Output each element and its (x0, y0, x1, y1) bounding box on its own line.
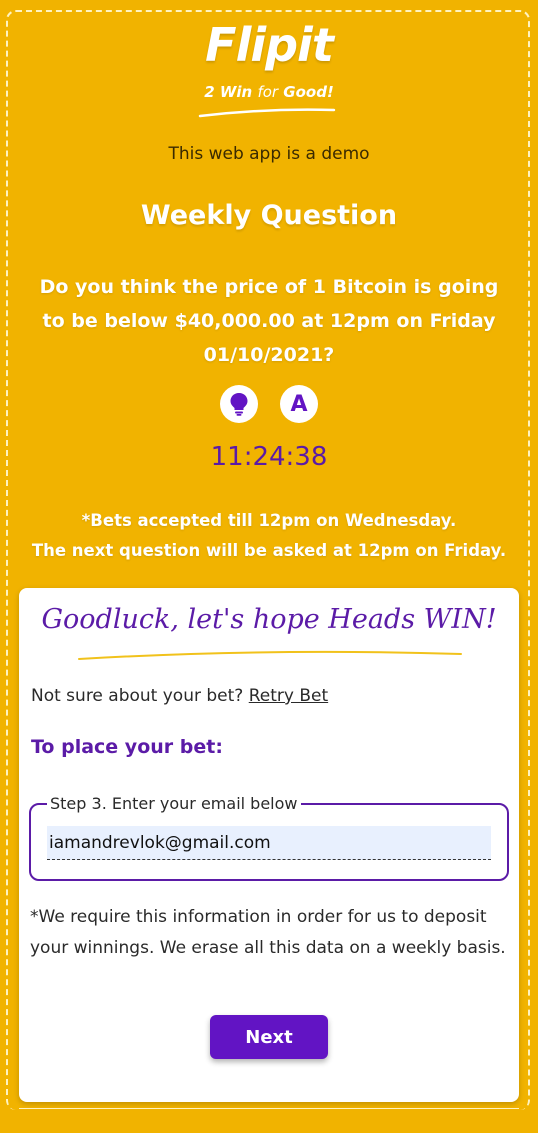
next-question-note: The next question will be asked at 12pm … (31, 541, 507, 560)
logo-tagline-part2: Good! (278, 83, 334, 101)
weekly-question-title: Weekly Question (140, 200, 398, 231)
hint-button[interactable] (220, 385, 258, 423)
retry-line: Not sure about your bet? Retry Bet (31, 686, 328, 706)
data-disclaimer: *We require this information in order fo… (30, 907, 506, 958)
logo-swoosh (198, 108, 336, 118)
card-heading: Goodluck, let's hope Heads WIN! (41, 604, 497, 635)
heading-underline (78, 650, 462, 660)
answer-a-icon: A (290, 391, 308, 417)
bet-card: Goodluck, let's hope Heads WIN! Not sure… (19, 588, 519, 1102)
bets-info: *Bets accepted till 12pm on Wednesday. T… (0, 506, 538, 566)
email-field[interactable] (47, 826, 491, 860)
demo-notice: This web app is a demo (168, 144, 370, 164)
logo-title: Flipit (205, 18, 334, 72)
email-fieldset: Step 3. Enter your email below (29, 794, 509, 881)
next-button[interactable]: Next (210, 1015, 328, 1059)
retry-prefix: Not sure about your bet? (31, 686, 249, 706)
weekly-question-text: Do you think the price of 1 Bitcoin is g… (39, 276, 499, 366)
logo-tagline-part1: 2 Win (204, 83, 258, 101)
countdown-timer: 11:24:38 (210, 442, 328, 472)
bottom-divider (19, 1108, 519, 1109)
lightbulb-icon (230, 393, 248, 416)
logo-tagline: 2 Win for Good! (0, 83, 538, 101)
place-bet-heading: To place your bet: (31, 736, 223, 758)
email-field-label: Step 3. Enter your email below (47, 794, 301, 813)
retry-bet-link[interactable]: Retry Bet (249, 686, 328, 706)
bets-deadline-note: *Bets accepted till 12pm on Wednesday. (81, 511, 457, 530)
logo-tagline-for: for (257, 83, 279, 101)
answer-button[interactable]: A (280, 385, 318, 423)
